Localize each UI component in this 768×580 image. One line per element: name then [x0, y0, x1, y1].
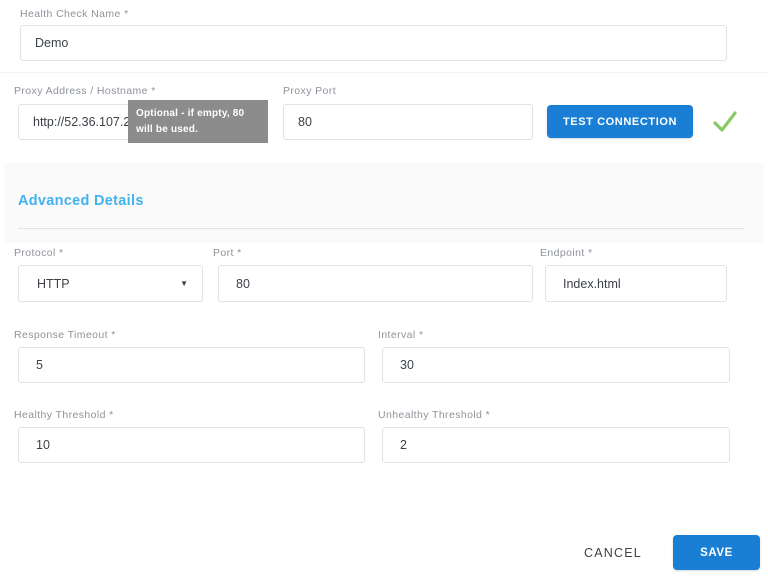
- endpoint-input[interactable]: [545, 265, 727, 302]
- unhealthy-threshold-input[interactable]: [382, 427, 730, 463]
- port-input[interactable]: [218, 265, 533, 302]
- chevron-down-icon: ▼: [180, 279, 188, 288]
- advanced-details-divider: [18, 228, 745, 229]
- proxy-port-input[interactable]: [283, 104, 533, 140]
- healthy-threshold-input[interactable]: [18, 427, 365, 463]
- section-divider-top: [0, 72, 768, 73]
- cancel-button[interactable]: CANCEL: [578, 542, 648, 564]
- check-icon: [711, 109, 739, 140]
- unhealthy-threshold-label: Unhealthy Threshold *: [378, 409, 490, 421]
- endpoint-label: Endpoint *: [540, 247, 592, 259]
- response-timeout-input[interactable]: [18, 347, 365, 383]
- health-check-name-input[interactable]: [20, 25, 727, 61]
- protocol-selected-value: HTTP: [37, 277, 70, 291]
- proxy-port-tooltip: Optional - if empty, 80 will be used.: [128, 100, 268, 143]
- protocol-select[interactable]: HTTP ▼: [18, 265, 203, 302]
- port-label: Port *: [213, 247, 242, 259]
- save-button[interactable]: SAVE: [673, 535, 760, 570]
- healthy-threshold-label: Healthy Threshold *: [14, 409, 114, 421]
- health-check-name-label: Health Check Name *: [20, 8, 129, 20]
- interval-input[interactable]: [382, 347, 730, 383]
- protocol-label: Protocol *: [14, 247, 64, 259]
- proxy-address-label: Proxy Address / Hostname *: [14, 85, 156, 97]
- interval-label: Interval *: [378, 329, 423, 341]
- advanced-details-heading: Advanced Details: [18, 193, 144, 209]
- response-timeout-label: Response Timeout *: [14, 329, 116, 341]
- proxy-port-label: Proxy Port: [283, 85, 336, 97]
- test-connection-button[interactable]: TEST CONNECTION: [547, 105, 693, 138]
